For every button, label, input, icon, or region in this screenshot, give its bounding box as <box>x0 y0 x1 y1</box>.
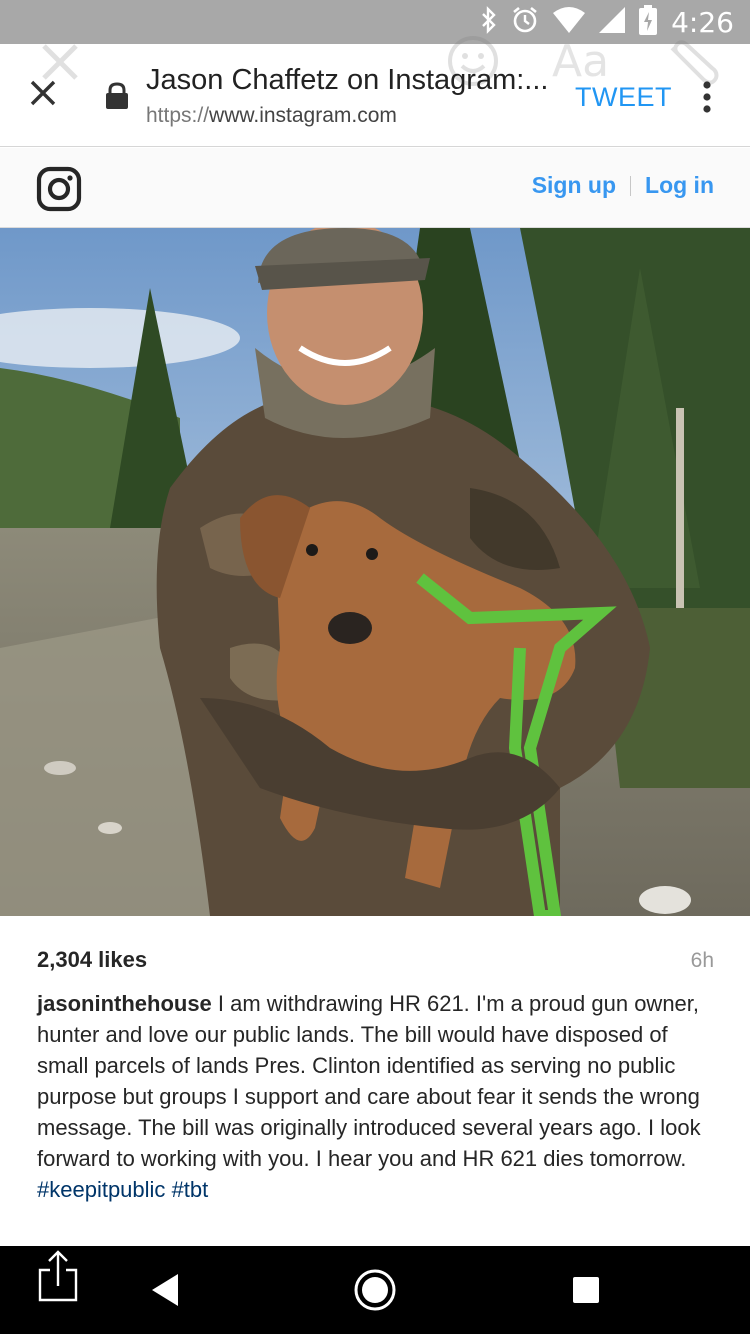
post-time: 6h <box>690 949 714 972</box>
login-link[interactable]: Log in <box>645 172 714 199</box>
back-triangle-icon <box>150 1274 180 1312</box>
ghost-close-icon <box>38 44 82 80</box>
link-divider <box>630 175 632 196</box>
instagram-logo-icon[interactable] <box>36 166 82 212</box>
alarm-icon <box>511 6 539 39</box>
recents-button[interactable] <box>572 1276 600 1304</box>
url-scheme: https:// <box>146 104 210 127</box>
more-vertical-icon <box>696 81 718 118</box>
share-button[interactable] <box>38 1250 78 1302</box>
status-icons: 4:26 <box>481 4 734 40</box>
post-caption: jasoninthehouse I am withdrawing HR 621.… <box>37 988 717 1205</box>
back-button[interactable] <box>150 1272 180 1308</box>
home-button[interactable] <box>353 1268 397 1312</box>
home-circle-icon <box>353 1269 397 1316</box>
hashtag-keepitpublic[interactable]: #keepitpublic <box>37 1177 165 1202</box>
lock-icon <box>104 82 130 110</box>
close-tab-button[interactable] <box>26 76 60 110</box>
status-bar: 4:26 <box>0 0 750 44</box>
likes-count[interactable]: 2,304 likes <box>37 947 147 973</box>
overflow-menu-button[interactable] <box>696 80 718 114</box>
browser-toolbar: Aa Jason Chaffetz on Instagram:... https… <box>0 36 750 147</box>
signup-link[interactable]: Sign up <box>532 172 616 199</box>
wifi-icon <box>553 6 586 38</box>
ghost-text-size-icon: Aa <box>552 36 610 87</box>
post-photo[interactable] <box>0 228 750 916</box>
instagram-header: Sign up Log in <box>0 148 750 228</box>
tweet-button[interactable]: TWEET <box>575 82 672 113</box>
caption-username[interactable]: jasoninthehouse <box>37 991 212 1016</box>
status-time: 4:26 <box>671 5 734 39</box>
recents-square-icon <box>572 1277 600 1308</box>
url-host: www.instagram.com <box>209 104 397 127</box>
share-icon <box>38 1250 78 1306</box>
hashtag-tbt[interactable]: #tbt <box>172 1177 209 1202</box>
navigation-bar <box>0 1246 750 1334</box>
signal-icon <box>599 6 626 38</box>
page-url: https://www.instagram.com <box>146 104 397 128</box>
close-icon <box>26 80 60 114</box>
page-title: Jason Chaffetz on Instagram:... <box>146 64 549 96</box>
auth-links: Sign up Log in <box>532 172 714 199</box>
caption-text: I am withdrawing HR 621. I'm a proud gun… <box>37 991 701 1171</box>
battery-charging-icon <box>639 4 658 40</box>
